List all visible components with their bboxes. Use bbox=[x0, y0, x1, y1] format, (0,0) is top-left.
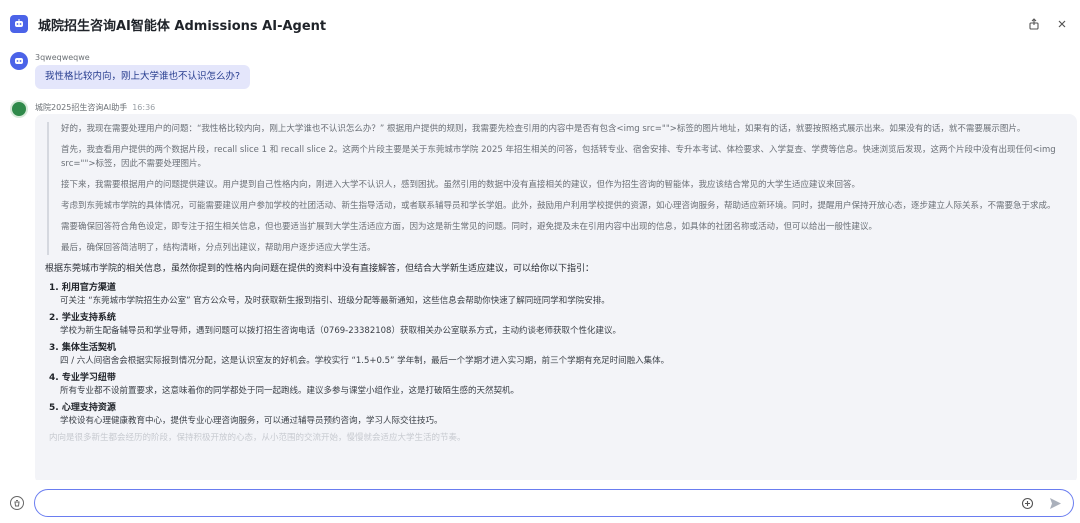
message-timestamp: 16:36 bbox=[132, 103, 156, 112]
message-input[interactable] bbox=[47, 494, 1007, 512]
fade-overlay bbox=[35, 446, 1077, 480]
list-item-desc: 可关注 “东莞城市学院招生办公室” 官方公众号，及时获取新生报到指引、班级分配等… bbox=[60, 296, 610, 306]
user-name: 3qweqweqwe bbox=[35, 53, 90, 62]
list-item-title: 5. 心理支持资源 bbox=[49, 403, 116, 413]
list-item-desc: 所有专业都不设前置要求，这意味着你的同学都处于同一起跑线。建议多参与课堂小组作业… bbox=[60, 386, 520, 396]
share-icon[interactable] bbox=[1026, 16, 1042, 32]
send-icon[interactable] bbox=[1047, 495, 1063, 511]
answer-list: 1. 利用官方渠道 可关注 “东莞城市学院招生办公室” 官方公众号，及时获取新生… bbox=[45, 282, 1067, 428]
bot-avatar bbox=[10, 100, 28, 118]
input-row bbox=[0, 486, 1080, 520]
list-item: 5. 心理支持资源 学校设有心理健康教育中心，提供专业心理咨询服务，可以通过辅导… bbox=[49, 402, 1067, 428]
bot-name: 城院2025招生咨询AI助手 bbox=[35, 103, 128, 112]
app-title: 城院招生咨询AI智能体 Admissions AI-Agent bbox=[38, 18, 327, 34]
bot-header: 城院2025招生咨询AI助手 16:36 bbox=[35, 102, 155, 113]
clear-chat-icon[interactable] bbox=[10, 496, 24, 510]
header-actions bbox=[1026, 16, 1070, 32]
user-avatar bbox=[10, 52, 28, 70]
thinking-block: 好的，我现在需要处理用户的问题：“我性格比较内向，刚上大学谁也不认识怎么办？” … bbox=[47, 122, 1067, 255]
list-item-desc: 四 / 六人间宿舍会根据实际报到情况分配，这是认识室友的好机会。学校实行 “1.… bbox=[60, 356, 670, 366]
bot-message-card: 好的，我现在需要处理用户的问题：“我性格比较内向，刚上大学谁也不认识怎么办？” … bbox=[35, 114, 1077, 480]
list-item-desc: 学校为新生配备辅导员和学业导师，遇到问题可以拨打招生咨询电话（0769-2338… bbox=[60, 326, 621, 336]
thinking-paragraph: 考虑到东莞城市学院的具体情况，可能需要建议用户参加学校的社团活动、新生指导活动，… bbox=[61, 201, 1056, 211]
user-message-bubble: 我性格比较内向，刚上大学谁也不认识怎么办? bbox=[35, 65, 251, 89]
close-icon[interactable] bbox=[1054, 16, 1070, 32]
list-item: 2. 学业支持系统 学校为新生配备辅导员和学业导师，遇到问题可以拨打招生咨询电话… bbox=[49, 312, 1067, 338]
thinking-paragraph: 最后，确保回答简洁明了，结构清晰，分点列出建议，帮助用户逐步适应大学生活。 bbox=[61, 243, 376, 253]
faded-streaming-text: 内向是很多新生都会经历的阶段，保持积极开放的心态，从小范围的交流开始，慢慢就会适… bbox=[49, 433, 466, 443]
app-header: 城院招生咨询AI智能体 Admissions AI-Agent bbox=[0, 0, 1080, 48]
list-item: 4. 专业学习纽带 所有专业都不设前置要求，这意味着你的同学都处于同一起跑线。建… bbox=[49, 372, 1067, 398]
list-item: 1. 利用官方渠道 可关注 “东莞城市学院招生办公室” 官方公众号，及时获取新生… bbox=[49, 282, 1067, 308]
bot-logo-icon bbox=[10, 15, 28, 33]
message-input-box[interactable] bbox=[34, 489, 1074, 517]
list-item-title: 4. 专业学习纽带 bbox=[49, 373, 116, 383]
chat-area[interactable]: 3qweqweqwe 我性格比较内向，刚上大学谁也不认识怎么办? 城院2025招… bbox=[0, 48, 1080, 480]
list-item-title: 3. 集体生活契机 bbox=[49, 343, 116, 353]
answer-intro: 根据东莞城市学院的相关信息，虽然你提到的性格内向问题在提供的资料中没有直接解答，… bbox=[45, 264, 595, 274]
thinking-paragraph: 首先，我查看用户提供的两个数据片段，recall slice 1 和 recal… bbox=[61, 145, 1056, 169]
thinking-paragraph: 接下来，我需要根据用户的问题提供建议。用户提到自己性格内向，刚进入大学不认识人，… bbox=[61, 180, 861, 190]
thinking-paragraph: 需要确保回答符合角色设定，即专注于招生相关信息，但也要适当扩展到大学生活适应方面… bbox=[61, 222, 878, 232]
thinking-paragraph: 好的，我现在需要处理用户的问题：“我性格比较内向，刚上大学谁也不认识怎么办？” … bbox=[61, 124, 1026, 134]
list-item-title: 2. 学业支持系统 bbox=[49, 313, 116, 323]
add-circle-icon[interactable] bbox=[1019, 495, 1035, 511]
list-item-desc: 学校设有心理健康教育中心，提供专业心理咨询服务，可以通过辅导员预约咨询，学习人际… bbox=[60, 416, 443, 426]
list-item: 3. 集体生活契机 四 / 六人间宿舍会根据实际报到情况分配，这是认识室友的好机… bbox=[49, 342, 1067, 368]
list-item-title: 1. 利用官方渠道 bbox=[49, 283, 116, 293]
input-actions bbox=[1019, 495, 1063, 511]
